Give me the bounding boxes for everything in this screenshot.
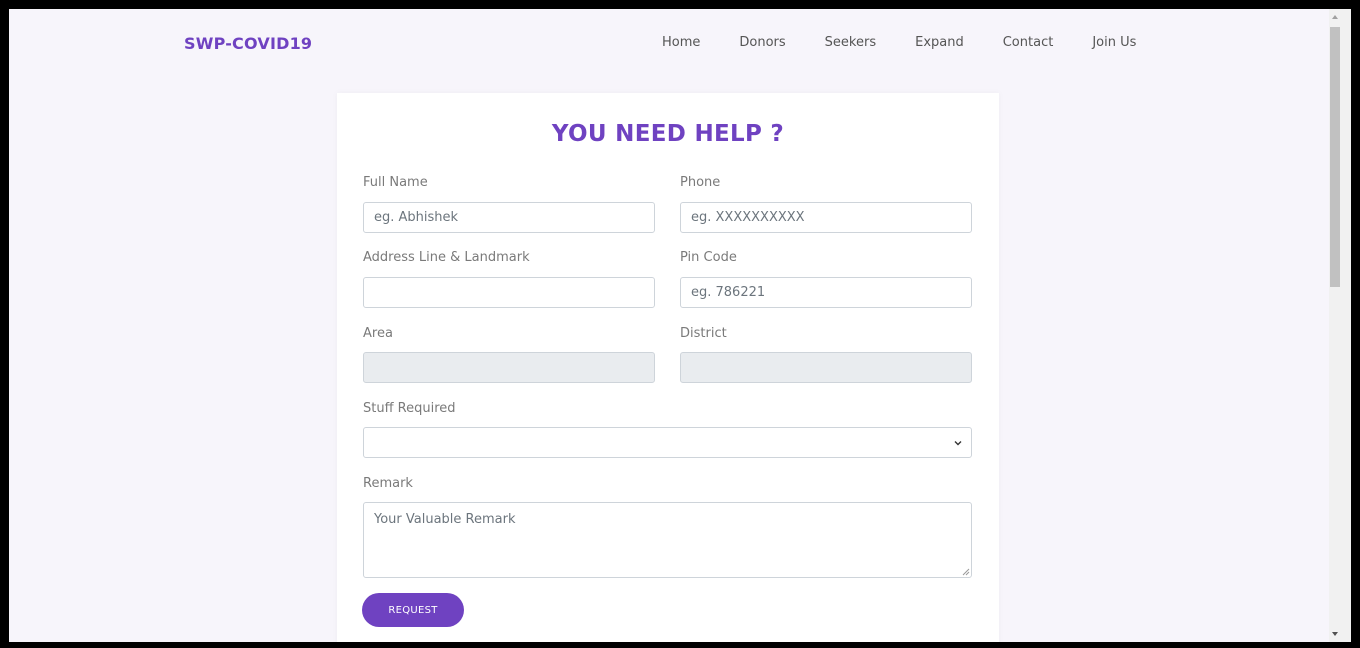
nav-home[interactable]: Home [662, 35, 700, 50]
remark-wrapper [363, 502, 972, 578]
district-label: District [680, 326, 727, 341]
phone-input[interactable] [680, 202, 972, 233]
district-input [680, 352, 972, 383]
scroll-down-arrow-icon[interactable] [1332, 632, 1338, 636]
pin-code-input[interactable] [680, 277, 972, 308]
nav-contact[interactable]: Contact [1003, 35, 1054, 50]
brand-logo[interactable]: SWP-COVID19 [184, 34, 312, 53]
help-request-form: YOU NEED HELP ? Full Name Phone Address … [337, 93, 999, 642]
remark-label: Remark [363, 476, 413, 491]
request-button[interactable]: REQUEST [362, 593, 464, 627]
stuff-required-select[interactable] [363, 427, 972, 458]
nav-join-us[interactable]: Join Us [1092, 35, 1136, 50]
address-input[interactable] [363, 277, 655, 308]
nav-links: Home Donors Seekers Expand Contact Join … [662, 35, 1175, 50]
pin-code-label: Pin Code [680, 250, 737, 265]
full-name-input[interactable] [363, 202, 655, 233]
nav-donors[interactable]: Donors [739, 35, 785, 50]
chevron-down-icon [954, 441, 962, 446]
scrollbar-thumb[interactable] [1330, 27, 1340, 287]
phone-label: Phone [680, 175, 721, 190]
form-title: YOU NEED HELP ? [551, 121, 785, 147]
scroll-up-arrow-icon[interactable] [1332, 15, 1338, 19]
nav-seekers[interactable]: Seekers [825, 35, 876, 50]
stuff-required-label: Stuff Required [363, 401, 456, 416]
resize-grip-icon[interactable] [962, 568, 970, 576]
nav-expand[interactable]: Expand [915, 35, 964, 50]
remark-textarea[interactable] [363, 502, 972, 578]
scrollbar[interactable] [1329, 9, 1351, 642]
navbar: SWP-COVID19 Home Donors Seekers Expand C… [9, 9, 1329, 79]
browser-viewport: SWP-COVID19 Home Donors Seekers Expand C… [9, 9, 1351, 642]
area-input [363, 352, 655, 383]
area-label: Area [363, 326, 393, 341]
address-label: Address Line & Landmark [363, 250, 530, 265]
full-name-label: Full Name [363, 175, 428, 190]
